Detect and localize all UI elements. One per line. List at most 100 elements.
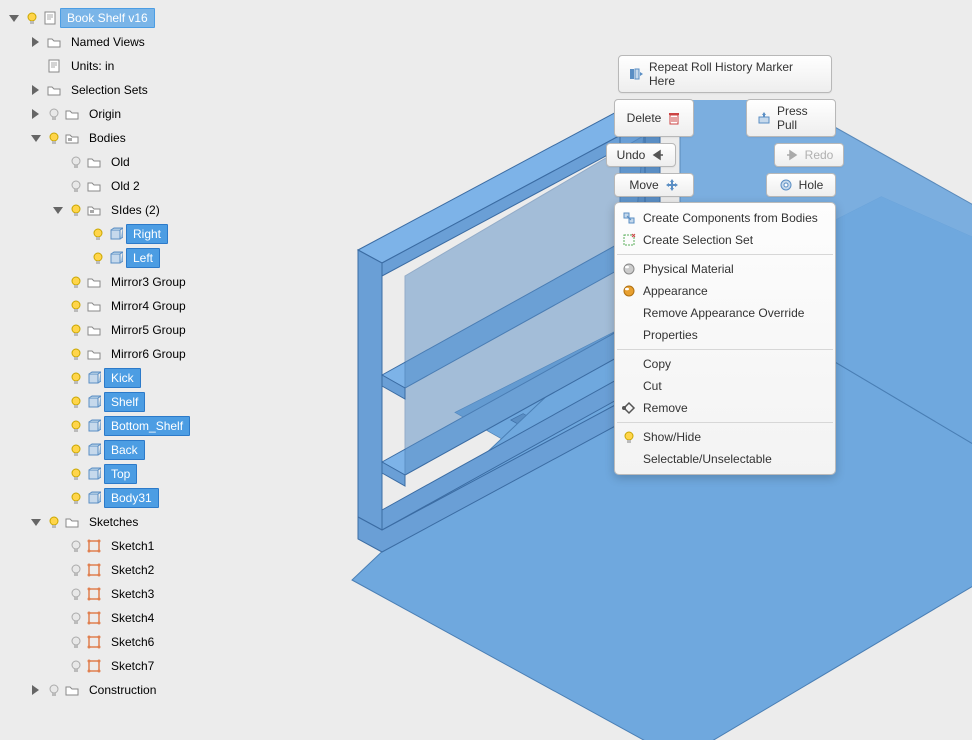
folder-bodies-icon xyxy=(64,130,80,146)
tree-sketch6[interactable]: Sketch6 xyxy=(4,630,344,654)
tree-right[interactable]: Right xyxy=(4,222,344,246)
folder-icon xyxy=(64,682,80,698)
bulb-on-icon[interactable] xyxy=(68,490,84,506)
hole-button[interactable]: Hole xyxy=(766,173,836,197)
menu-remove[interactable]: Remove xyxy=(615,397,835,419)
tree-body31[interactable]: Body31 xyxy=(4,486,344,510)
bulb-off-icon[interactable] xyxy=(68,178,84,194)
tree-left[interactable]: Left xyxy=(4,246,344,270)
repeat-button[interactable]: Repeat Roll History Marker Here xyxy=(618,55,832,93)
bulb-on-icon[interactable] xyxy=(68,274,84,290)
page-icon xyxy=(46,58,62,74)
menu-create-selection-set[interactable]: Create Selection Set xyxy=(615,229,835,251)
bulb-on-icon[interactable] xyxy=(68,370,84,386)
tree-bodies[interactable]: Bodies xyxy=(4,126,344,150)
tree-old2[interactable]: Old 2 xyxy=(4,174,344,198)
tree-back[interactable]: Back xyxy=(4,438,344,462)
delete-button[interactable]: Delete xyxy=(614,99,694,137)
folder-icon xyxy=(64,514,80,530)
collapse-icon[interactable] xyxy=(28,130,44,146)
collapse-icon[interactable] xyxy=(50,202,66,218)
tree-sketches[interactable]: Sketches xyxy=(4,510,344,534)
bulb-on-icon[interactable] xyxy=(68,322,84,338)
tree-sides[interactable]: SIdes (2) xyxy=(4,198,344,222)
sketch-icon xyxy=(86,538,102,554)
bulb-on-icon[interactable] xyxy=(68,202,84,218)
menu-selectable[interactable]: Selectable/Unselectable xyxy=(615,448,835,470)
bulb-off-icon[interactable] xyxy=(46,106,62,122)
bulb-on-icon[interactable] xyxy=(90,250,106,266)
tree-sketch7[interactable]: Sketch7 xyxy=(4,654,344,678)
menu-copy[interactable]: Copy xyxy=(615,353,835,375)
tree-sketch2[interactable]: Sketch2 xyxy=(4,558,344,582)
bulb-off-icon[interactable] xyxy=(68,658,84,674)
tree-sketch4[interactable]: Sketch4 xyxy=(4,606,344,630)
bulb-off-icon[interactable] xyxy=(68,562,84,578)
bulb-on-icon[interactable] xyxy=(90,226,106,242)
tree-root[interactable]: Book Shelf v16 xyxy=(4,6,344,30)
tree-mirror5[interactable]: Mirror5 Group xyxy=(4,318,344,342)
tree-mirror4[interactable]: Mirror4 Group xyxy=(4,294,344,318)
collapse-icon[interactable] xyxy=(28,514,44,530)
bulb-off-icon[interactable] xyxy=(68,586,84,602)
menu-properties[interactable]: Properties xyxy=(615,324,835,346)
menu-create-components[interactable]: Create Components from Bodies xyxy=(615,207,835,229)
folder-icon xyxy=(86,178,102,194)
bulb-off-icon[interactable] xyxy=(68,634,84,650)
bulb-on-icon[interactable] xyxy=(46,514,62,530)
bulb-off-icon[interactable] xyxy=(68,610,84,626)
tree-sketch1[interactable]: Sketch1 xyxy=(4,534,344,558)
menu-remove-appearance[interactable]: Remove Appearance Override xyxy=(615,302,835,324)
menu-separator xyxy=(617,349,833,350)
bulb-off-icon[interactable] xyxy=(46,682,62,698)
expand-icon[interactable] xyxy=(28,34,44,50)
tree-mirror3[interactable]: Mirror3 Group xyxy=(4,270,344,294)
tree-bottom-shelf[interactable]: Bottom_Shelf xyxy=(4,414,344,438)
context-menu[interactable]: Create Components from Bodies Create Sel… xyxy=(614,202,836,475)
bulb-off-icon[interactable] xyxy=(68,538,84,554)
browser-tree[interactable]: Book Shelf v16 Named Views Units: in Sel… xyxy=(4,6,344,702)
folder-icon xyxy=(86,298,102,314)
expand-icon[interactable] xyxy=(6,10,22,26)
folder-icon xyxy=(64,106,80,122)
page-icon xyxy=(42,10,58,26)
tree-units[interactable]: Units: in xyxy=(4,54,344,78)
menu-show-hide[interactable]: Show/Hide xyxy=(615,426,835,448)
bulb-on-icon[interactable] xyxy=(68,466,84,482)
tree-sketch3[interactable]: Sketch3 xyxy=(4,582,344,606)
menu-appearance[interactable]: Appearance xyxy=(615,280,835,302)
bulb-on-icon[interactable] xyxy=(46,130,62,146)
press-pull-button[interactable]: Press Pull xyxy=(746,99,836,137)
tree-old[interactable]: Old xyxy=(4,150,344,174)
tree-top[interactable]: Top xyxy=(4,462,344,486)
move-icon xyxy=(665,178,679,192)
tree-named-views[interactable]: Named Views xyxy=(4,30,344,54)
undo-button[interactable]: Undo xyxy=(606,143,676,167)
bulb-on-icon[interactable] xyxy=(68,418,84,434)
expand-icon[interactable] xyxy=(28,682,44,698)
tree-kick[interactable]: Kick xyxy=(4,366,344,390)
body-icon xyxy=(86,394,102,410)
tree-mirror6[interactable]: Mirror6 Group xyxy=(4,342,344,366)
redo-button[interactable]: Redo xyxy=(774,143,844,167)
components-icon xyxy=(621,210,637,226)
root-label[interactable]: Book Shelf v16 xyxy=(60,8,155,28)
bulb-on-icon[interactable] xyxy=(68,346,84,362)
bulb-on-icon[interactable] xyxy=(68,298,84,314)
bulb-on-icon[interactable] xyxy=(68,442,84,458)
tree-origin[interactable]: Origin xyxy=(4,102,344,126)
expand-icon[interactable] xyxy=(28,82,44,98)
repeat-icon xyxy=(629,67,643,81)
menu-cut[interactable]: Cut xyxy=(615,375,835,397)
menu-physical-material[interactable]: Physical Material xyxy=(615,258,835,280)
bulb-on-icon[interactable] xyxy=(24,10,40,26)
tree-shelf[interactable]: Shelf xyxy=(4,390,344,414)
tree-selection-sets[interactable]: Selection Sets xyxy=(4,78,344,102)
expand-icon[interactable] xyxy=(28,106,44,122)
move-button[interactable]: Move xyxy=(614,173,694,197)
bulb-on-icon[interactable] xyxy=(68,394,84,410)
folder-icon xyxy=(46,82,62,98)
tree-construction[interactable]: Construction xyxy=(4,678,344,702)
bulb-off-icon[interactable] xyxy=(68,154,84,170)
body-icon xyxy=(86,370,102,386)
